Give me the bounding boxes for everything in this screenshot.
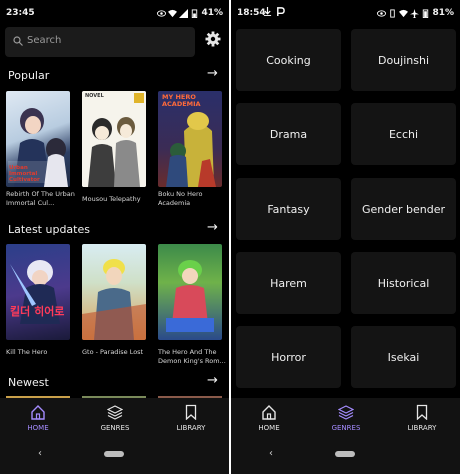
status-bar: 18:54 81% [231, 0, 460, 24]
nav-genres[interactable]: GENRES [316, 404, 376, 432]
cover-title-text: Urban Immortal Cultivator [9, 165, 40, 183]
status-time: 18:54 [237, 8, 266, 18]
bookmark-icon [185, 404, 197, 420]
cover-title-text: NOVEL [85, 93, 104, 99]
home-screen: 23:45 41% Search Popular → Urban Immorta… [0, 0, 229, 474]
battery-level: 81% [432, 8, 454, 18]
genre-label: Drama [269, 127, 308, 141]
status-right: 81% [377, 8, 454, 18]
home-icon [262, 405, 276, 420]
genre-card[interactable]: Drama [236, 103, 341, 165]
genres-screen: 18:54 81% Cooking Doujinshi Drama Ecchi … [231, 0, 460, 474]
nav-genres[interactable]: GENRES [85, 404, 145, 432]
manga-cover[interactable]: MY HERO ACADEMIA [158, 91, 222, 187]
nav-home-label: HOME [258, 424, 280, 432]
popular-more-arrow-icon[interactable]: → [207, 66, 218, 81]
genre-card[interactable]: Gender bender [351, 178, 456, 240]
notification-icons [263, 7, 285, 16]
genre-card[interactable]: Historical [351, 252, 456, 314]
genre-label: Horror [271, 350, 306, 364]
back-icon[interactable]: ‹ [269, 448, 273, 459]
newest-title: Newest [8, 376, 49, 389]
manga-caption[interactable]: Mousou Telepathy [82, 195, 152, 204]
genre-label: Doujinshi [377, 53, 429, 67]
battery-icon [423, 8, 429, 18]
p-app-icon [277, 7, 285, 16]
manga-cover[interactable]: 킬더 히어로 [6, 244, 70, 340]
genre-card[interactable]: Isekai [351, 326, 456, 388]
download-icon [263, 7, 272, 16]
cover-title-text: 킬더 히어로 [10, 305, 65, 318]
manga-caption[interactable]: Gto - Paradise Lost [82, 348, 152, 357]
airplane-icon [410, 8, 420, 18]
layers-icon [338, 405, 354, 420]
search-icon [13, 36, 23, 46]
home-icon [31, 405, 45, 420]
genre-label: Isekai [387, 350, 420, 364]
status-right: 41% [157, 8, 223, 18]
nav-home-label: HOME [27, 424, 49, 432]
home-pill[interactable] [335, 451, 355, 457]
back-icon[interactable]: ‹ [38, 448, 42, 459]
genre-label: Cooking [266, 53, 311, 67]
eye-icon [377, 9, 387, 17]
latest-updates-title: Latest updates [8, 223, 90, 236]
genre-card[interactable]: Cooking [236, 29, 341, 91]
gear-icon[interactable] [205, 31, 221, 47]
manga-cover[interactable] [158, 244, 222, 340]
system-navigation: ‹ [0, 448, 229, 474]
wifi-icon [399, 9, 409, 17]
manga-caption[interactable]: Kill The Hero [6, 348, 76, 357]
manga-caption[interactable]: The Hero And The Demon King's Rom... [158, 348, 228, 366]
status-bar: 23:45 41% [0, 0, 229, 24]
battery-icon [192, 8, 198, 18]
manga-cover[interactable]: Urban Immortal Cultivator [6, 91, 70, 187]
genre-label: Fantasy [267, 202, 310, 216]
signal-icon [179, 8, 189, 18]
nav-home[interactable]: HOME [239, 404, 299, 432]
manga-cover[interactable] [82, 244, 146, 340]
newest-more-arrow-icon[interactable]: → [207, 373, 218, 388]
latest-more-arrow-icon[interactable]: → [207, 220, 218, 235]
cover-title-text: MY HERO ACADEMIA [162, 93, 201, 108]
genre-card[interactable]: Fantasy [236, 178, 341, 240]
status-time: 23:45 [6, 8, 35, 18]
genre-label: Ecchi [388, 127, 419, 141]
genre-label: Historical [377, 276, 430, 290]
vibrate-icon [390, 8, 396, 18]
genre-card[interactable]: Ecchi [351, 103, 456, 165]
manga-caption[interactable]: Boku No Hero Academia [158, 190, 228, 208]
genre-card[interactable]: Horror [236, 326, 341, 388]
nav-library[interactable]: LIBRARY [392, 404, 452, 432]
manga-cover[interactable]: NOVEL [82, 91, 146, 187]
battery-level: 41% [201, 8, 223, 18]
system-navigation: ‹ [231, 448, 460, 474]
search-bar[interactable]: Search [5, 27, 195, 57]
nav-library-label: LIBRARY [407, 424, 437, 432]
genre-label: Gender bender [361, 202, 446, 216]
popular-title: Popular [8, 69, 50, 82]
genre-card[interactable]: Harem [236, 252, 341, 314]
nav-genres-label: GENRES [100, 424, 130, 432]
home-pill[interactable] [104, 451, 124, 457]
nav-home[interactable]: HOME [8, 404, 68, 432]
genre-label: Harem [270, 276, 307, 290]
layers-icon [107, 405, 123, 420]
nav-library-label: LIBRARY [176, 424, 206, 432]
nav-genres-label: GENRES [331, 424, 361, 432]
manga-caption[interactable]: Rebirth Of The Urban Immortal Cul... [6, 190, 76, 208]
wifi-icon [168, 9, 178, 17]
nav-library[interactable]: LIBRARY [161, 404, 221, 432]
genre-card[interactable]: Doujinshi [351, 29, 456, 91]
bookmark-icon [416, 404, 428, 420]
eye-icon [157, 9, 167, 17]
search-placeholder: Search [27, 35, 62, 46]
